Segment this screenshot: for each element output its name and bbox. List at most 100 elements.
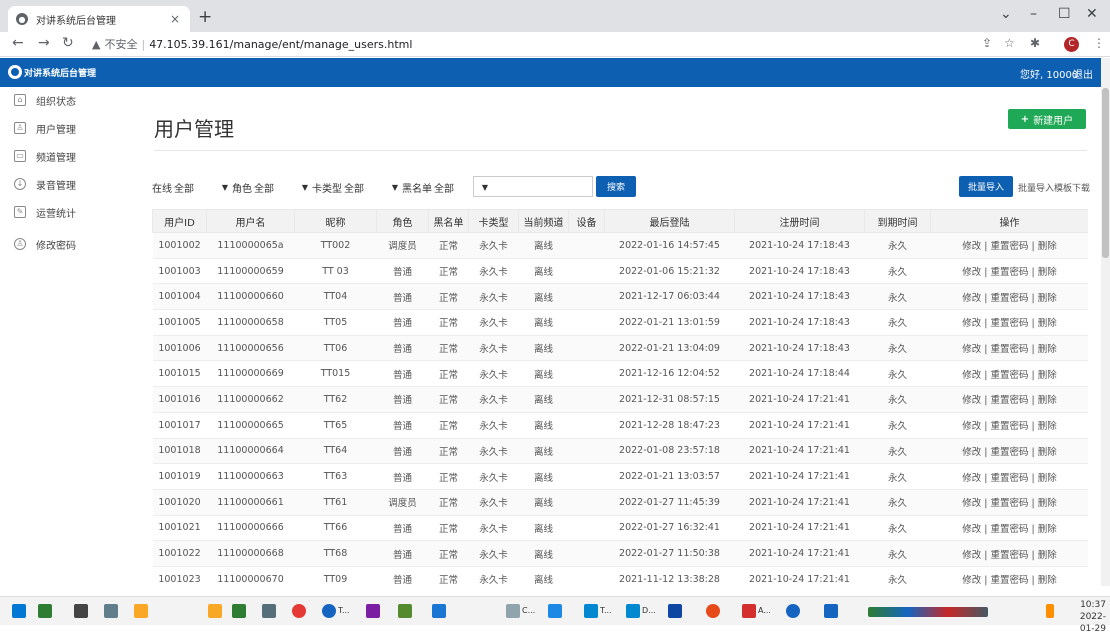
reset-password-link[interactable]: 重置密码	[990, 524, 1028, 535]
forward-icon[interactable]: →	[38, 35, 50, 51]
maximize-icon[interactable]: ☐	[1058, 6, 1071, 22]
extensions-icon[interactable]: ✱	[1030, 36, 1040, 50]
menu-kebab-icon[interactable]: ⋮	[1093, 36, 1105, 50]
app-logo[interactable]: 对讲系统后台管理	[8, 65, 96, 79]
app-icon[interactable]	[506, 604, 520, 618]
browser-tab[interactable]: ● 对讲系统后台管理 ×	[8, 6, 190, 32]
sidebar-item-channels[interactable]: ▭ 频道管理	[0, 143, 132, 169]
bookmark-star-icon[interactable]: ☆	[1004, 36, 1015, 50]
new-tab-button[interactable]: +	[198, 7, 212, 27]
reset-password-link[interactable]: 重置密码	[990, 421, 1028, 432]
notification-icon[interactable]	[1046, 604, 1054, 618]
online-filter-select[interactable]: 全部 ▼	[174, 180, 228, 195]
reload-icon[interactable]: ↻	[62, 35, 74, 51]
sidebar-item-recordings[interactable]: ↓ 录音管理	[0, 171, 132, 197]
reset-password-link[interactable]: 重置密码	[990, 344, 1028, 355]
reset-password-link[interactable]: 重置密码	[990, 575, 1028, 586]
edit-link[interactable]: 修改	[962, 524, 981, 535]
taskbar-clock[interactable]: 10:37 2022-01-29	[1068, 599, 1106, 635]
delete-link[interactable]: 删除	[1038, 550, 1057, 561]
template-download-link[interactable]: 批量导入模板下载	[1018, 181, 1090, 194]
system-tray-icons[interactable]	[868, 607, 988, 617]
edit-link[interactable]: 修改	[962, 318, 981, 329]
app-icon[interactable]	[786, 604, 800, 618]
reset-password-link[interactable]: 重置密码	[990, 370, 1028, 381]
role-filter-select[interactable]: 全部 ▼	[254, 180, 308, 195]
edit-link[interactable]: 修改	[962, 550, 981, 561]
app-icon[interactable]	[232, 604, 246, 618]
search-input[interactable]	[473, 176, 593, 197]
reset-password-link[interactable]: 重置密码	[990, 550, 1028, 561]
app-icon[interactable]	[398, 604, 412, 618]
edit-link[interactable]: 修改	[962, 241, 981, 252]
reset-password-link[interactable]: 重置密码	[990, 498, 1028, 509]
app-icon[interactable]	[322, 604, 336, 618]
edit-link[interactable]: 修改	[962, 293, 981, 304]
reset-password-link[interactable]: 重置密码	[990, 293, 1028, 304]
new-user-button[interactable]: + 新建用户	[1008, 109, 1086, 129]
app-icon[interactable]	[548, 604, 562, 618]
sidebar-item-statistics[interactable]: ✎ 运营统计	[0, 199, 132, 225]
edit-link[interactable]: 修改	[962, 498, 981, 509]
edit-link[interactable]: 修改	[962, 421, 981, 432]
delete-link[interactable]: 删除	[1038, 498, 1057, 509]
edit-link[interactable]: 修改	[962, 370, 981, 381]
delete-link[interactable]: 删除	[1038, 241, 1057, 252]
reset-password-link[interactable]: 重置密码	[990, 395, 1028, 406]
delete-link[interactable]: 删除	[1038, 447, 1057, 458]
delete-link[interactable]: 删除	[1038, 344, 1057, 355]
scrollbar-thumb[interactable]	[1102, 88, 1109, 258]
folder-icon[interactable]	[134, 604, 148, 618]
edit-link[interactable]: 修改	[962, 447, 981, 458]
app-icon[interactable]	[706, 604, 720, 618]
share-icon[interactable]: ⇪	[982, 36, 992, 50]
tab-close-icon[interactable]: ×	[168, 12, 182, 26]
search-button[interactable]: 搜索	[596, 176, 636, 197]
sidebar-item-org-status[interactable]: ⌂ 组织状态	[0, 87, 132, 113]
app-icon[interactable]	[626, 604, 640, 618]
delete-link[interactable]: 删除	[1038, 370, 1057, 381]
edit-link[interactable]: 修改	[962, 473, 981, 484]
edit-link[interactable]: 修改	[962, 344, 981, 355]
delete-link[interactable]: 删除	[1038, 267, 1057, 278]
folder-icon[interactable]	[208, 604, 222, 618]
edit-link[interactable]: 修改	[962, 267, 981, 278]
app-icon[interactable]	[104, 604, 118, 618]
calculator-icon[interactable]	[262, 604, 276, 618]
sidebar-item-users[interactable]: ♙ 用户管理	[0, 115, 132, 141]
delete-link[interactable]: 删除	[1038, 293, 1057, 304]
reset-password-link[interactable]: 重置密码	[990, 473, 1028, 484]
windows-start-icon[interactable]	[12, 604, 26, 618]
delete-link[interactable]: 删除	[1038, 318, 1057, 329]
reset-password-link[interactable]: 重置密码	[990, 267, 1028, 278]
batch-import-button[interactable]: 批量导入	[959, 176, 1013, 197]
delete-link[interactable]: 删除	[1038, 575, 1057, 586]
back-icon[interactable]: ←	[12, 35, 24, 51]
reset-password-link[interactable]: 重置密码	[990, 447, 1028, 458]
minimize-icon[interactable]: –	[1030, 6, 1037, 22]
app-icon[interactable]	[38, 604, 52, 618]
logout-link[interactable]: 退出	[1073, 66, 1093, 81]
delete-link[interactable]: 删除	[1038, 524, 1057, 535]
window-close-icon[interactable]: ✕	[1086, 6, 1098, 22]
chrome-icon[interactable]	[292, 604, 306, 618]
terminal-icon[interactable]	[74, 604, 88, 618]
edit-link[interactable]: 修改	[962, 575, 981, 586]
card-filter-select[interactable]: 全部 ▼	[344, 180, 398, 195]
delete-link[interactable]: 删除	[1038, 421, 1057, 432]
delete-link[interactable]: 删除	[1038, 395, 1057, 406]
edit-link[interactable]: 修改	[962, 395, 981, 406]
photoshop-icon[interactable]	[668, 604, 682, 618]
vscode-icon[interactable]	[366, 604, 380, 618]
reset-password-link[interactable]: 重置密码	[990, 318, 1028, 329]
profile-avatar[interactable]: C	[1064, 37, 1079, 52]
url-field[interactable]: ▲ 不安全 | 47.105.39.161/manage/ent/manage_…	[92, 36, 412, 52]
acrobat-icon[interactable]	[742, 604, 756, 618]
sidebar-item-change-password[interactable]: ♙ 修改密码	[0, 231, 132, 257]
app-icon[interactable]	[432, 604, 446, 618]
delete-link[interactable]: 删除	[1038, 473, 1057, 484]
word-icon[interactable]	[824, 604, 838, 618]
app-icon[interactable]	[584, 604, 598, 618]
reset-password-link[interactable]: 重置密码	[990, 241, 1028, 252]
tab-search-icon[interactable]: ⌄	[1000, 6, 1012, 22]
